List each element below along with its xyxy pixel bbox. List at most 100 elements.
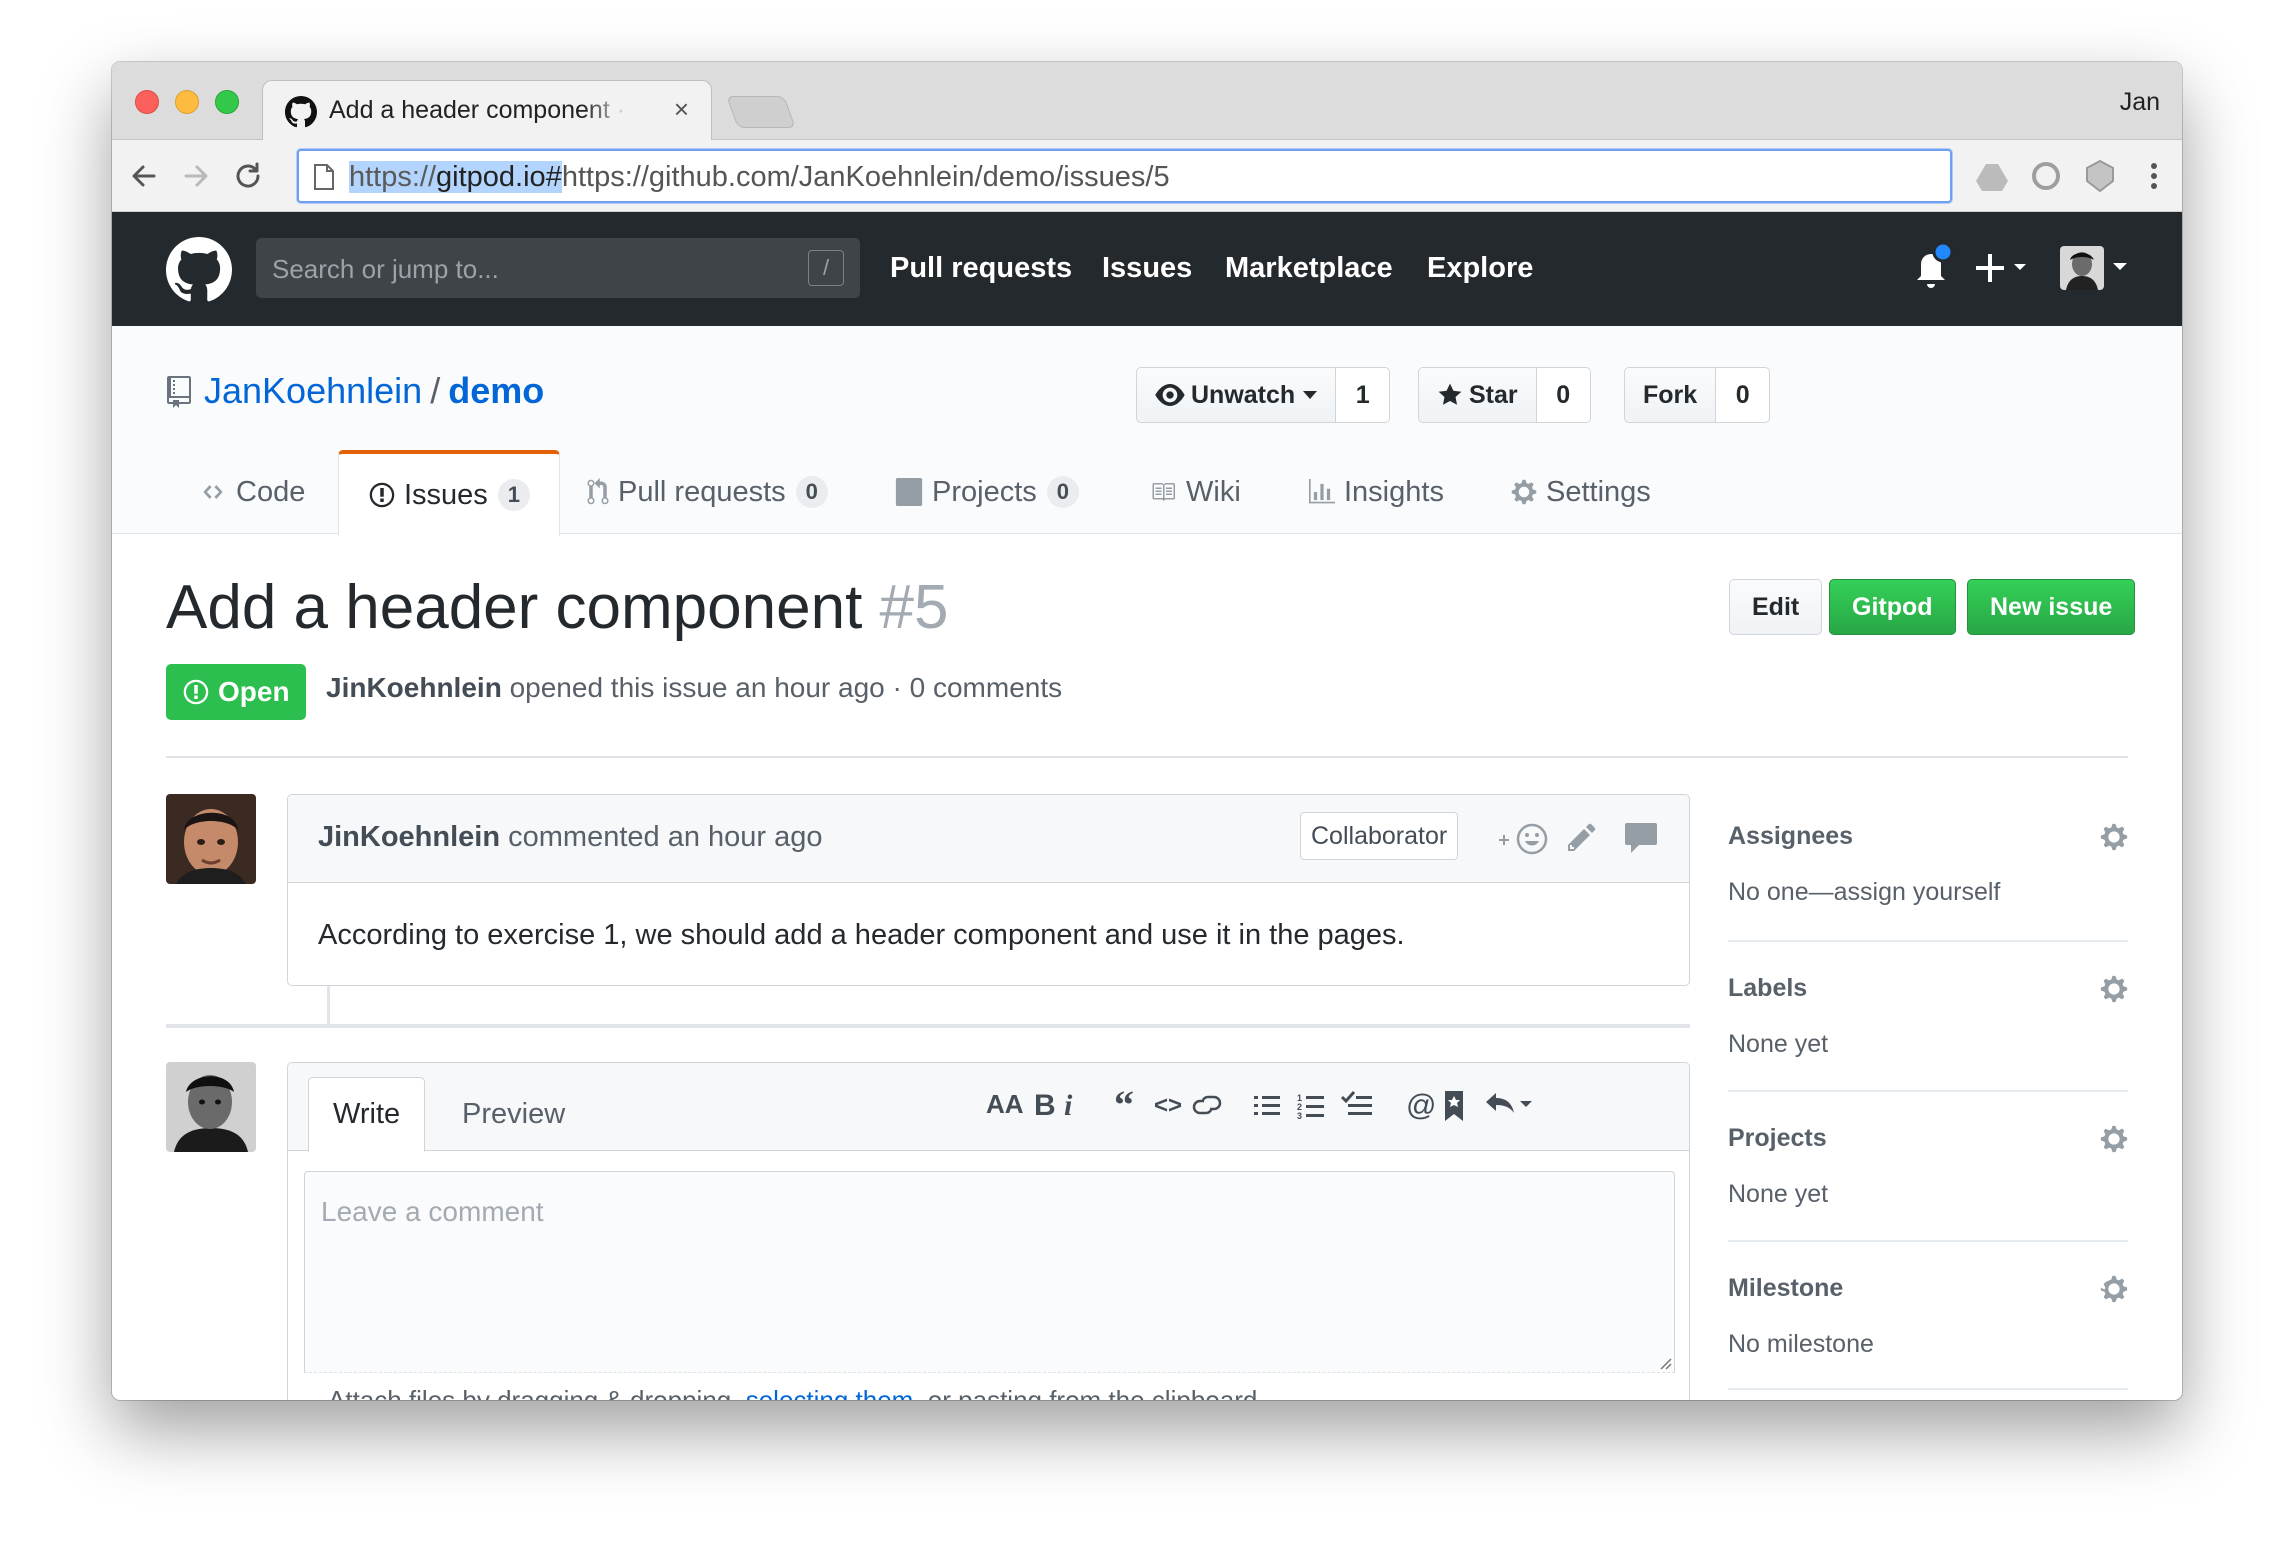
gear-icon[interactable] (2100, 822, 2128, 852)
gear-icon[interactable] (2100, 974, 2128, 1004)
more-menu-icon[interactable] (2136, 158, 2172, 194)
add-reaction-icon[interactable] (1496, 821, 1550, 857)
drive-extension-icon[interactable] (1974, 158, 2010, 194)
sidebar-assignees-value[interactable]: No one—assign yourself (1728, 878, 2000, 907)
timeline-line (327, 986, 330, 1026)
unwatch-button[interactable]: Unwatch (1136, 367, 1337, 423)
sidebar-assignees-title: Assignees (1728, 822, 1854, 850)
sidebar-labels-value: None yet (1728, 1030, 1829, 1058)
create-new-plus-icon[interactable] (1974, 246, 2034, 290)
comment-time[interactable]: commented an hour ago (508, 821, 822, 853)
nav-explore[interactable]: Explore (1427, 252, 1533, 285)
gear-icon[interactable] (2100, 1274, 2128, 1304)
projects-counter: 0 (1046, 476, 1080, 508)
browser-profile-name[interactable]: Jan (2120, 88, 2160, 117)
repo-title: JanKoehnlein / demo (204, 370, 544, 412)
bookmark-icon[interactable] (1442, 1089, 1466, 1123)
comment-textarea[interactable]: Leave a comment (304, 1171, 1675, 1373)
comment-header: JinKoehnlein commented an hour ago Colla… (288, 795, 1689, 883)
tab-write[interactable]: Write (308, 1077, 426, 1152)
tab-code[interactable]: Code (198, 450, 305, 534)
report-comment-icon[interactable] (1624, 821, 1658, 853)
mention-icon[interactable]: @ (1406, 1089, 1436, 1123)
repo-nav-tabs: Code Issues 1 Pull requests 0 Projects 0… (112, 450, 2182, 536)
quote-icon[interactable]: “ (1114, 1081, 1134, 1128)
sidebar-milestone-value: No milestone (1728, 1330, 1874, 1358)
bold-text-icon[interactable]: B (1034, 1089, 1056, 1123)
heading-text-icon[interactable]: AA (986, 1089, 1024, 1120)
comment-meta: JinKoehnlein commented an hour ago (318, 821, 823, 854)
browser-tab[interactable]: Add a header component · Issues × (262, 80, 712, 142)
edit-button[interactable]: Edit (1729, 579, 1823, 635)
tab-projects-label: Projects (932, 475, 1037, 508)
gear-icon[interactable] (2100, 1124, 2128, 1154)
comment-author-avatar[interactable] (166, 794, 256, 884)
code-icon (203, 485, 223, 499)
issue-author-link[interactable]: JinKoehnlein (326, 672, 502, 703)
nav-issues[interactable]: Issues (1102, 252, 1192, 285)
back-arrow-icon[interactable] (124, 156, 164, 196)
link-icon[interactable] (1190, 1091, 1224, 1119)
github-header: Search or jump to... / Pull requests Iss… (112, 212, 2182, 326)
repo-owner-link[interactable]: JanKoehnlein (204, 370, 422, 411)
forward-arrow-icon[interactable] (176, 156, 216, 196)
resize-handle-icon[interactable] (1656, 1354, 1672, 1370)
watchers-count[interactable]: 1 (1336, 367, 1391, 423)
issues-counter: 1 (497, 479, 531, 511)
task-list-icon[interactable] (1340, 1089, 1374, 1121)
url-host: gitpod.io# (436, 161, 562, 193)
comment-form-header: Write Preview AA B i “ <> 1 2 3 @ (288, 1063, 1689, 1152)
new-issue-button[interactable]: New issue (1967, 579, 2136, 635)
stars-count[interactable]: 0 (1536, 367, 1591, 423)
issue-meta-text: opened this issue an hour ago · 0 commen… (509, 672, 1063, 703)
star-button[interactable]: Star (1418, 367, 1537, 423)
tab-close-icon[interactable]: × (674, 94, 689, 125)
repo-name-link[interactable]: demo (448, 370, 544, 411)
address-bar[interactable]: https://gitpod.io#https://github.com/Jan… (297, 149, 1952, 203)
comment-author-link[interactable]: JinKoehnlein (318, 821, 500, 853)
zoom-window-button[interactable] (215, 90, 239, 114)
circle-extension-icon[interactable] (2028, 158, 2064, 194)
github-favicon-icon (285, 96, 317, 128)
forks-count[interactable]: 0 (1716, 367, 1771, 423)
select-files-link[interactable]: selecting them (746, 1385, 914, 1400)
tab-wiki[interactable]: Wiki (1148, 450, 1241, 534)
issue-opened-icon (183, 679, 209, 705)
notification-bell-icon[interactable] (1907, 242, 1955, 294)
tab-insights[interactable]: Insights (1308, 450, 1444, 534)
timeline-divider (166, 1024, 1690, 1028)
tab-issues[interactable]: Issues 1 (338, 450, 560, 536)
search-placeholder: Search or jump to... (272, 254, 499, 284)
nav-marketplace[interactable]: Marketplace (1225, 252, 1393, 285)
close-window-button[interactable] (135, 90, 159, 114)
tab-projects[interactable]: Projects 0 (894, 450, 1080, 534)
fork-button[interactable]: Fork (1624, 367, 1717, 423)
gitpod-button[interactable]: Gitpod (1829, 579, 1956, 635)
graph-icon (1309, 479, 1335, 504)
tab-settings[interactable]: Settings (1510, 450, 1651, 534)
reload-icon[interactable] (228, 156, 268, 196)
fork-button-group: Fork 0 (1624, 367, 1771, 423)
collaborator-badge: Collaborator (1300, 812, 1459, 860)
user-avatar[interactable] (2060, 246, 2104, 290)
shield-extension-icon[interactable] (2082, 158, 2118, 194)
github-logo-icon[interactable] (166, 237, 232, 303)
new-tab-button[interactable] (726, 96, 796, 128)
user-menu-caret-icon[interactable] (2112, 262, 2128, 272)
tab-pull-requests-label: Pull requests (618, 475, 786, 508)
edit-pencil-icon[interactable] (1566, 821, 1598, 853)
tab-pull-requests[interactable]: Pull requests 0 (586, 450, 828, 534)
ordered-list-icon[interactable]: 1 2 3 (1296, 1091, 1326, 1121)
divider (166, 756, 2128, 758)
tab-insights-label: Insights (1344, 475, 1444, 508)
reply-icon[interactable] (1484, 1089, 1534, 1119)
search-input[interactable]: Search or jump to... / (256, 238, 860, 298)
tab-preview[interactable]: Preview (438, 1077, 589, 1152)
italic-text-icon[interactable]: i (1064, 1089, 1072, 1123)
tab-settings-label: Settings (1546, 475, 1651, 508)
minimize-window-button[interactable] (175, 90, 199, 114)
current-user-avatar[interactable] (166, 1062, 256, 1152)
unordered-list-icon[interactable] (1252, 1091, 1282, 1121)
nav-pull-requests[interactable]: Pull requests (890, 252, 1072, 285)
code-icon[interactable]: <> (1154, 1092, 1182, 1120)
